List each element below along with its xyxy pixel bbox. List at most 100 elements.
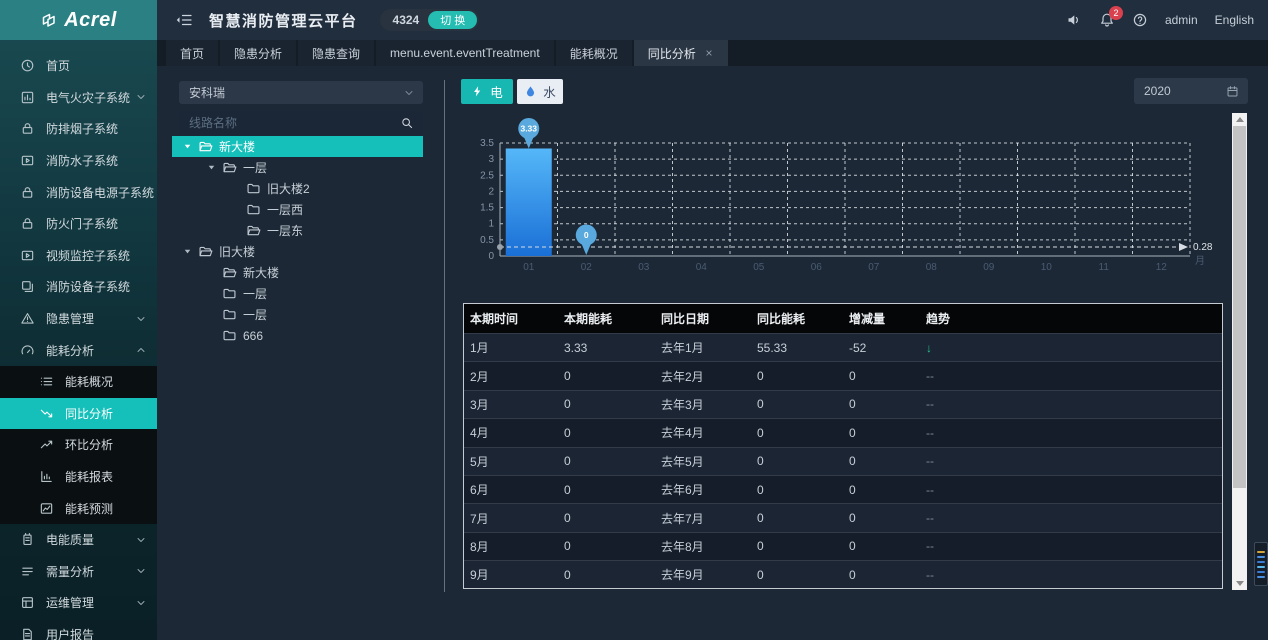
svg-text:3.33: 3.33 [520, 123, 537, 133]
sidebar-subitem-同比分析[interactable]: 同比分析 [0, 398, 157, 430]
tree-node-一层东[interactable]: 一层东 [172, 220, 423, 241]
sidebar-item-防火门子系统[interactable]: 防火门子系统 [0, 208, 157, 240]
tree-node-一层[interactable]: 一层 [172, 283, 423, 304]
year-value: 2020 [1144, 84, 1226, 98]
table-row[interactable]: 9月0去年9月00-- [464, 560, 1222, 588]
bell-icon[interactable]: 2 [1099, 12, 1115, 28]
electric-tab-button[interactable]: 电 [461, 79, 513, 104]
sidebar-item-能耗分析[interactable]: 能耗分析 [0, 334, 157, 366]
tree-node-666[interactable]: 666 [172, 325, 423, 346]
table-row[interactable]: 1月3.33去年1月55.33-52↓ [464, 333, 1222, 361]
user-menu[interactable]: admin [1165, 13, 1198, 27]
table-header-cell: 本期时间 [464, 310, 558, 327]
sidebar-item-label: 视频监控子系统 [46, 247, 130, 264]
table-cell: 0 [843, 539, 920, 553]
tab-隐患分析[interactable]: 隐患分析 [220, 40, 296, 66]
table-cell: 0 [558, 511, 655, 525]
line-search-input[interactable] [179, 116, 400, 130]
caret-down-icon[interactable] [182, 246, 193, 257]
sidebar-subitem-能耗报表[interactable]: 能耗报表 [0, 461, 157, 493]
doc-icon [20, 627, 35, 640]
tab-隐患查询[interactable]: 隐患查询 [298, 40, 374, 66]
table-row[interactable]: 3月0去年3月00-- [464, 390, 1222, 418]
tree-node-一层西[interactable]: 一层西 [172, 199, 423, 220]
table-cell: 0 [843, 511, 920, 525]
sidebar-item-电气火灾子系统[interactable]: 电气火灾子系统 [0, 82, 157, 114]
tree-node-一层[interactable]: 一层 [172, 157, 423, 178]
help-icon[interactable] [1132, 12, 1148, 28]
tab-首页[interactable]: 首页 [166, 40, 218, 66]
table-cell: 3.33 [558, 341, 655, 355]
table-row[interactable]: 6月0去年6月00-- [464, 475, 1222, 503]
sidebar-item-消防设备电源子系统[interactable]: 消防设备电源子系统 [0, 176, 157, 208]
sidebar-item-label: 电气火灾子系统 [46, 89, 130, 106]
caret-down-icon[interactable] [206, 162, 217, 173]
water-tab-button[interactable]: 水 [517, 79, 563, 104]
sidebar-subitem-能耗预测[interactable]: 能耗预测 [0, 492, 157, 524]
table-row[interactable]: 4月0去年4月00-- [464, 418, 1222, 446]
svg-text:12: 12 [1156, 262, 1168, 273]
sidebar-item-消防设备子系统[interactable]: 消防设备子系统 [0, 271, 157, 303]
scroll-down-arrow-icon[interactable] [1232, 577, 1247, 590]
sidebar-subitem-环比分析[interactable]: 环比分析 [0, 429, 157, 461]
station-count: 4324 [393, 13, 420, 27]
sidebar-item-消防水子系统[interactable]: 消防水子系统 [0, 145, 157, 177]
comparison-table: 本期时间本期能耗同比日期同比能耗增减量趋势1月3.33去年1月55.33-52↓… [463, 303, 1223, 589]
grid-icon [20, 595, 35, 610]
lightning-icon [471, 85, 484, 98]
tab-label: 同比分析 [648, 45, 696, 62]
table-cell: 0 [843, 369, 920, 383]
tree-node-label: 666 [243, 329, 263, 343]
station-select[interactable]: 安科瑞 [179, 81, 423, 104]
caret-down-icon[interactable] [182, 141, 193, 152]
lock-icon [20, 216, 35, 231]
line-search [179, 111, 423, 135]
folder-closed-icon [246, 202, 261, 217]
language-switch[interactable]: English [1215, 13, 1254, 27]
tree-node-label: 一层东 [267, 222, 303, 239]
table-row[interactable]: 7月0去年7月00-- [464, 503, 1222, 531]
table-cell: 0 [843, 483, 920, 497]
table-cell: 4月 [464, 424, 558, 441]
scrollbar-thumb[interactable] [1233, 126, 1246, 488]
table-row[interactable]: 5月0去年5月00-- [464, 447, 1222, 475]
report-chart-icon [39, 469, 54, 484]
tree-node-新大楼[interactable]: 新大楼 [172, 136, 423, 157]
table-row[interactable]: 2月0去年2月00-- [464, 361, 1222, 389]
tab-menu.event.eventTreatment[interactable]: menu.event.eventTreatment [376, 40, 554, 66]
close-icon[interactable] [704, 48, 714, 58]
table-cell: 0 [751, 369, 843, 383]
tree-node-旧大楼[interactable]: 旧大楼 [172, 241, 423, 262]
speaker-icon[interactable] [1066, 12, 1082, 28]
table-header-cell: 本期能耗 [558, 310, 655, 327]
vertical-scrollbar[interactable] [1232, 113, 1247, 590]
search-icon[interactable] [400, 116, 414, 130]
sidebar-subitem-能耗概况[interactable]: 能耗概况 [0, 366, 157, 398]
scroll-up-arrow-icon[interactable] [1232, 113, 1247, 126]
sidebar-item-用户报告[interactable]: 用户报告 [0, 619, 157, 640]
menu-fold-icon[interactable] [175, 12, 193, 28]
chevron-down-icon [135, 534, 147, 546]
svg-text:0.28: 0.28 [1193, 242, 1213, 253]
sidebar-item-需量分析[interactable]: 需量分析 [0, 556, 157, 588]
tree-node-新大楼[interactable]: 新大楼 [172, 262, 423, 283]
switch-button[interactable]: 切 换 [428, 11, 477, 29]
acrel-logo-text: Acrel [64, 9, 117, 32]
year-picker[interactable]: 2020 [1134, 78, 1248, 104]
sidebar-item-电能质量[interactable]: 电能质量 [0, 524, 157, 556]
table-row[interactable]: 8月0去年8月00-- [464, 532, 1222, 560]
tab-同比分析[interactable]: 同比分析 [634, 40, 728, 66]
sidebar-item-隐患管理[interactable]: 隐患管理 [0, 303, 157, 335]
tree-node-label: 新大楼 [219, 138, 255, 155]
chevron-down-icon [135, 597, 147, 609]
sidebar-item-首页[interactable]: 首页 [0, 50, 157, 82]
tab-label: 隐患分析 [234, 45, 282, 62]
tree-node-label: 旧大楼 [219, 243, 255, 260]
notification-badge: 2 [1109, 6, 1123, 20]
tree-node-一层[interactable]: 一层 [172, 304, 423, 325]
tab-能耗概况[interactable]: 能耗概况 [556, 40, 632, 66]
sidebar-item-视频监控子系统[interactable]: 视频监控子系统 [0, 240, 157, 272]
sidebar-item-运维管理[interactable]: 运维管理 [0, 587, 157, 619]
tree-node-旧大楼2[interactable]: 旧大楼2 [172, 178, 423, 199]
sidebar-item-防排烟子系统[interactable]: 防排烟子系统 [0, 113, 157, 145]
